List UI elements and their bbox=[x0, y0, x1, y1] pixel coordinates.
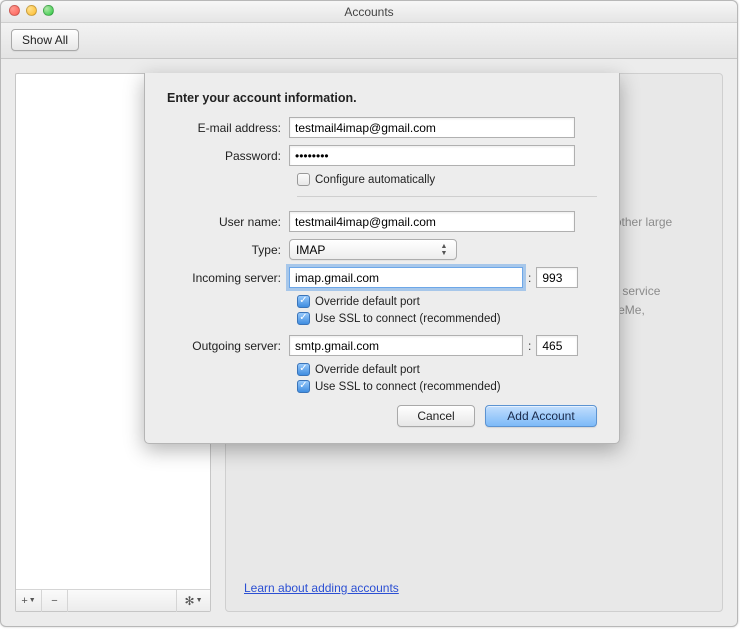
configure-auto-label: Configure automatically bbox=[315, 174, 435, 186]
updown-arrows-icon: ▲▼ bbox=[436, 240, 452, 259]
outgoing-override-port-checkbox[interactable] bbox=[297, 363, 310, 376]
toolbar: Show All bbox=[1, 23, 737, 59]
password-label: Password: bbox=[167, 149, 289, 163]
action-menu-button[interactable]: ✻ ▼ bbox=[176, 590, 210, 612]
password-field[interactable] bbox=[289, 145, 575, 166]
show-all-button[interactable]: Show All bbox=[11, 29, 79, 51]
plus-icon: + bbox=[21, 595, 27, 607]
colon: : bbox=[528, 271, 531, 285]
username-label: User name: bbox=[167, 215, 289, 229]
type-select[interactable]: IMAP ▲▼ bbox=[289, 239, 457, 260]
titlebar: Accounts bbox=[1, 1, 737, 23]
email-field[interactable] bbox=[289, 117, 575, 138]
incoming-label: Incoming server: bbox=[167, 271, 289, 285]
cancel-button[interactable]: Cancel bbox=[397, 405, 475, 427]
divider bbox=[297, 196, 597, 197]
add-account-button[interactable]: Add Account bbox=[485, 405, 597, 427]
outgoing-label: Outgoing server: bbox=[167, 339, 289, 353]
sheet-heading: Enter your account information. bbox=[167, 91, 597, 105]
type-label: Type: bbox=[167, 243, 289, 257]
gear-icon: ✻ bbox=[185, 594, 195, 608]
content: + ▼ − ✻ ▼ To get started, select an acco… bbox=[1, 59, 737, 626]
minimize-icon[interactable] bbox=[26, 5, 37, 16]
colon: : bbox=[528, 339, 531, 353]
outgoing-ssl-checkbox[interactable] bbox=[297, 380, 310, 393]
email-label: E-mail address: bbox=[167, 121, 289, 135]
learn-link[interactable]: Learn about adding accounts bbox=[244, 581, 399, 595]
outgoing-ssl-label: Use SSL to connect (recommended) bbox=[315, 381, 501, 393]
incoming-override-port-checkbox[interactable] bbox=[297, 295, 310, 308]
main-panel: To get started, select an account type. … bbox=[225, 73, 723, 612]
outgoing-port-field[interactable] bbox=[536, 335, 578, 356]
zoom-icon[interactable] bbox=[43, 5, 54, 16]
sidebar-footer: + ▼ − ✻ ▼ bbox=[16, 589, 210, 611]
remove-account-button[interactable]: − bbox=[42, 590, 68, 612]
add-account-button[interactable]: + ▼ bbox=[16, 590, 42, 612]
close-icon[interactable] bbox=[9, 5, 20, 16]
traffic-lights bbox=[9, 5, 54, 16]
outgoing-server-field[interactable] bbox=[289, 335, 523, 356]
window-title: Accounts bbox=[1, 1, 737, 23]
incoming-ssl-label: Use SSL to connect (recommended) bbox=[315, 313, 501, 325]
account-setup-sheet: Enter your account information. E-mail a… bbox=[144, 73, 620, 444]
username-field[interactable] bbox=[289, 211, 575, 232]
incoming-ssl-checkbox[interactable] bbox=[297, 312, 310, 325]
accounts-window: Accounts Show All + ▼ − ✻ ▼ To get start… bbox=[0, 0, 738, 627]
configure-auto-checkbox[interactable] bbox=[297, 173, 310, 186]
outgoing-override-port-label: Override default port bbox=[315, 364, 420, 376]
incoming-port-field[interactable] bbox=[536, 267, 578, 288]
type-value: IMAP bbox=[296, 243, 325, 257]
chevron-down-icon: ▼ bbox=[29, 597, 36, 604]
chevron-down-icon: ▼ bbox=[196, 597, 203, 604]
incoming-override-port-label: Override default port bbox=[315, 296, 420, 308]
incoming-server-field[interactable] bbox=[289, 267, 523, 288]
